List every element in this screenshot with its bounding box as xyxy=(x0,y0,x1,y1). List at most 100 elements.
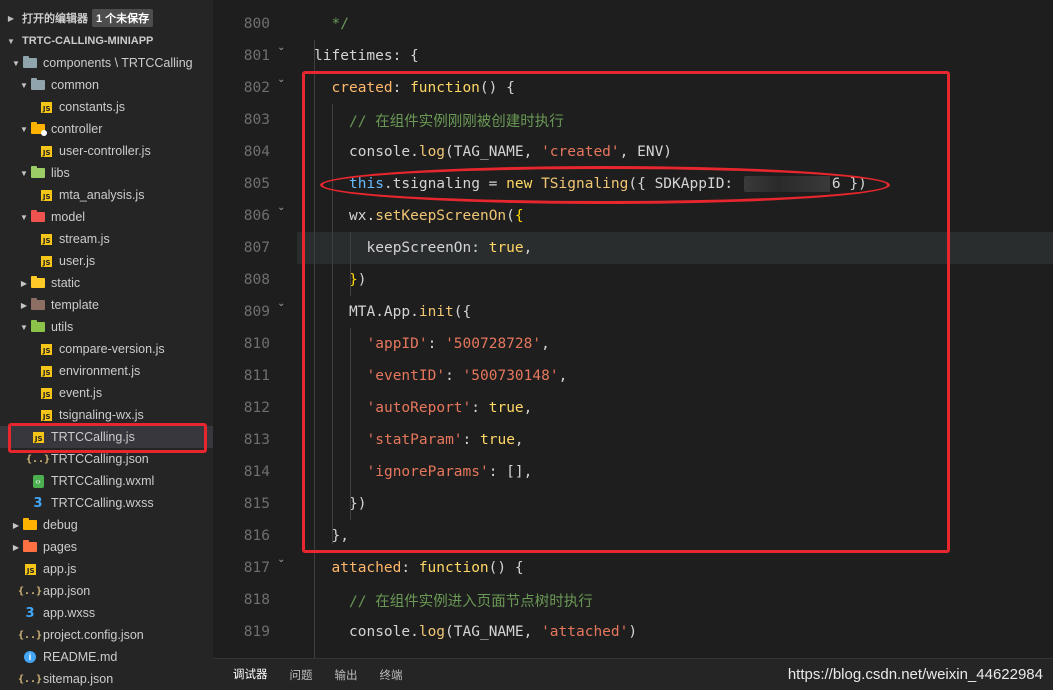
code-text: // 在组件实例进入页面节点树时执行 xyxy=(349,590,593,611)
project-header[interactable]: ▼ TRTC-CALLING-MINIAPP xyxy=(0,30,213,52)
folder-icon xyxy=(30,77,46,93)
folder-icon xyxy=(30,121,47,137)
tree-item-label: sitemap.json xyxy=(43,672,114,686)
chevron-down-icon: ▼ xyxy=(12,58,20,68)
code-token: attached xyxy=(331,560,402,576)
code-editor[interactable]: 800 */801 ⌄ lifetimes: {802 ⌄ created: functi… xyxy=(213,0,1053,658)
tree-item-constants-js[interactable]: JS constants.js xyxy=(0,96,213,118)
tree-item-app-json[interactable]: {..} app.json xyxy=(0,580,213,602)
code-line[interactable]: 818 // 在组件实例进入页面节点树时执行 xyxy=(213,584,1053,616)
tree-item-components-trtccalling[interactable]: ▼ components \ TRTCCalling xyxy=(0,52,213,74)
wxml-file-icon: ‹› xyxy=(30,473,46,489)
line-number: 813 xyxy=(243,432,270,448)
fold-chevron-icon[interactable]: ⌄ xyxy=(277,42,285,53)
tree-item-sitemap-json[interactable]: {..} sitemap.json xyxy=(0,668,213,690)
chevron-down-icon: ▼ xyxy=(20,212,28,222)
fold-chevron-icon[interactable]: ⌄ xyxy=(277,74,285,85)
tree-item-app-js[interactable]: JS app.js xyxy=(0,558,213,580)
tree-item-user-controller-js[interactable]: JS user-controller.js xyxy=(0,140,213,162)
line-number: 814 xyxy=(243,464,270,480)
js-file-icon: JS xyxy=(38,187,54,203)
code-line[interactable]: 800 */ xyxy=(213,8,1053,40)
code-line[interactable]: 801 ⌄ lifetimes: { xyxy=(213,40,1053,72)
fold-chevron-icon[interactable]: ⌄ xyxy=(277,554,285,565)
code-text: console.log(TAG_NAME, 'attached') xyxy=(349,624,637,640)
tree-item-utils[interactable]: ▼ utils xyxy=(0,316,213,338)
tree-item-trtccalling-wxml[interactable]: ‹› TRTCCalling.wxml xyxy=(0,470,213,492)
tree-item-app-wxss[interactable]: 3 app.wxss xyxy=(0,602,213,624)
code-line[interactable]: 817 ⌄ attached: function() { xyxy=(213,552,1053,584)
tree-item-label: user-controller.js xyxy=(59,144,151,158)
code-token: console. xyxy=(349,624,419,640)
tree-item-label: TRTCCalling.json xyxy=(51,452,149,466)
tab-problems[interactable]: 问题 xyxy=(288,659,315,690)
bottom-panel-tabs: 调试器 问题 输出 终端 https://blog.csdn.net/weixin_4… xyxy=(213,658,1053,690)
annotation-ellipse xyxy=(320,166,890,204)
line-number: 811 xyxy=(243,368,270,384)
tab-debugger[interactable]: 调试器 xyxy=(231,658,270,690)
line-number: 817 xyxy=(243,560,270,576)
tree-item-label: utils xyxy=(51,320,74,334)
code-token: log xyxy=(418,624,446,640)
code-text: attached: function() { xyxy=(332,560,524,576)
json-file-icon: {..} xyxy=(17,629,43,641)
tab-terminal[interactable]: 终端 xyxy=(378,659,405,690)
tree-item-mta-analysis-js[interactable]: JS mta_analysis.js xyxy=(0,184,213,206)
line-number: 812 xyxy=(243,400,270,416)
tree-item-user-js[interactable]: JS user.js xyxy=(0,250,213,272)
tree-item-libs[interactable]: ▼ libs xyxy=(0,162,213,184)
css-file-icon: 3 xyxy=(25,605,35,621)
watermark: https://blog.csdn.net/weixin_44622984 xyxy=(787,666,1043,683)
tree-item-compare-version-js[interactable]: JS compare-version.js xyxy=(0,338,213,360)
tree-item-label: compare-version.js xyxy=(59,342,165,356)
chevron-down-icon: ▼ xyxy=(20,168,28,178)
folder-icon xyxy=(30,297,46,313)
fold-chevron-icon[interactable]: ⌄ xyxy=(277,202,285,213)
tree-item-label: debug xyxy=(43,518,78,532)
tree-item-label: user.js xyxy=(59,254,96,268)
code-text: */ xyxy=(332,16,349,32)
tree-item-readme-md[interactable]: i README.md xyxy=(0,646,213,668)
tab-output[interactable]: 输出 xyxy=(333,659,360,690)
chevron-right-icon: ▶ xyxy=(12,542,20,552)
tree-item-stream-js[interactable]: JS stream.js xyxy=(0,228,213,250)
tree-item-label: stream.js xyxy=(59,232,110,246)
tree-item-trtccalling-wxss[interactable]: 3 TRTCCalling.wxss xyxy=(0,492,213,514)
folder-icon xyxy=(30,165,46,181)
js-file-icon: JS xyxy=(22,561,38,577)
line-number: 810 xyxy=(243,336,270,352)
annotation-box xyxy=(302,71,950,553)
tree-item-label: libs xyxy=(51,166,70,180)
line-number: 807 xyxy=(243,240,270,256)
json-file-icon: {..} xyxy=(17,585,43,597)
tree-item-label: tsignaling-wx.js xyxy=(59,408,144,422)
tree-item-pages[interactable]: ▶ pages xyxy=(0,536,213,558)
js-file-icon: JS xyxy=(38,143,54,159)
unsaved-badge: 1 个未保存 xyxy=(92,9,154,27)
json-file-icon: {..} xyxy=(17,673,43,685)
tree-item-environment-js[interactable]: JS environment.js xyxy=(0,360,213,382)
open-editors-header[interactable]: ▶ 打开的编辑器 1 个未保存 xyxy=(0,7,213,29)
tree-item-label: pages xyxy=(43,540,78,554)
tree-item-project-config-json[interactable]: {..} project.config.json xyxy=(0,624,213,646)
code-token: lifetimes: { xyxy=(314,48,419,64)
code-line[interactable]: 819 console.log(TAG_NAME, 'attached') xyxy=(213,616,1053,648)
fold-chevron-icon[interactable]: ⌄ xyxy=(277,298,285,309)
tree-item-template[interactable]: ▶ template xyxy=(0,294,213,316)
tree-item-model[interactable]: ▼ model xyxy=(0,206,213,228)
info-icon: i xyxy=(22,649,38,665)
code-token: 'attached' xyxy=(541,624,629,640)
tree-item-event-js[interactable]: JS event.js xyxy=(0,382,213,404)
tree-item-common[interactable]: ▼ common xyxy=(0,74,213,96)
js-file-icon: JS xyxy=(38,385,54,401)
tree-item-label: environment.js xyxy=(59,364,141,378)
tree-item-controller[interactable]: ▼ controller xyxy=(0,118,213,140)
chevron-right-icon: ▶ xyxy=(12,520,20,530)
tree-item-label: controller xyxy=(51,122,103,136)
tree-item-label: model xyxy=(51,210,86,224)
chevron-down-icon: ▼ xyxy=(7,36,15,46)
tree-item-debug[interactable]: ▶ debug xyxy=(0,514,213,536)
chevron-right-icon: ▶ xyxy=(20,278,28,288)
folder-icon xyxy=(22,517,38,533)
tree-item-static[interactable]: ▶ static xyxy=(0,272,213,294)
